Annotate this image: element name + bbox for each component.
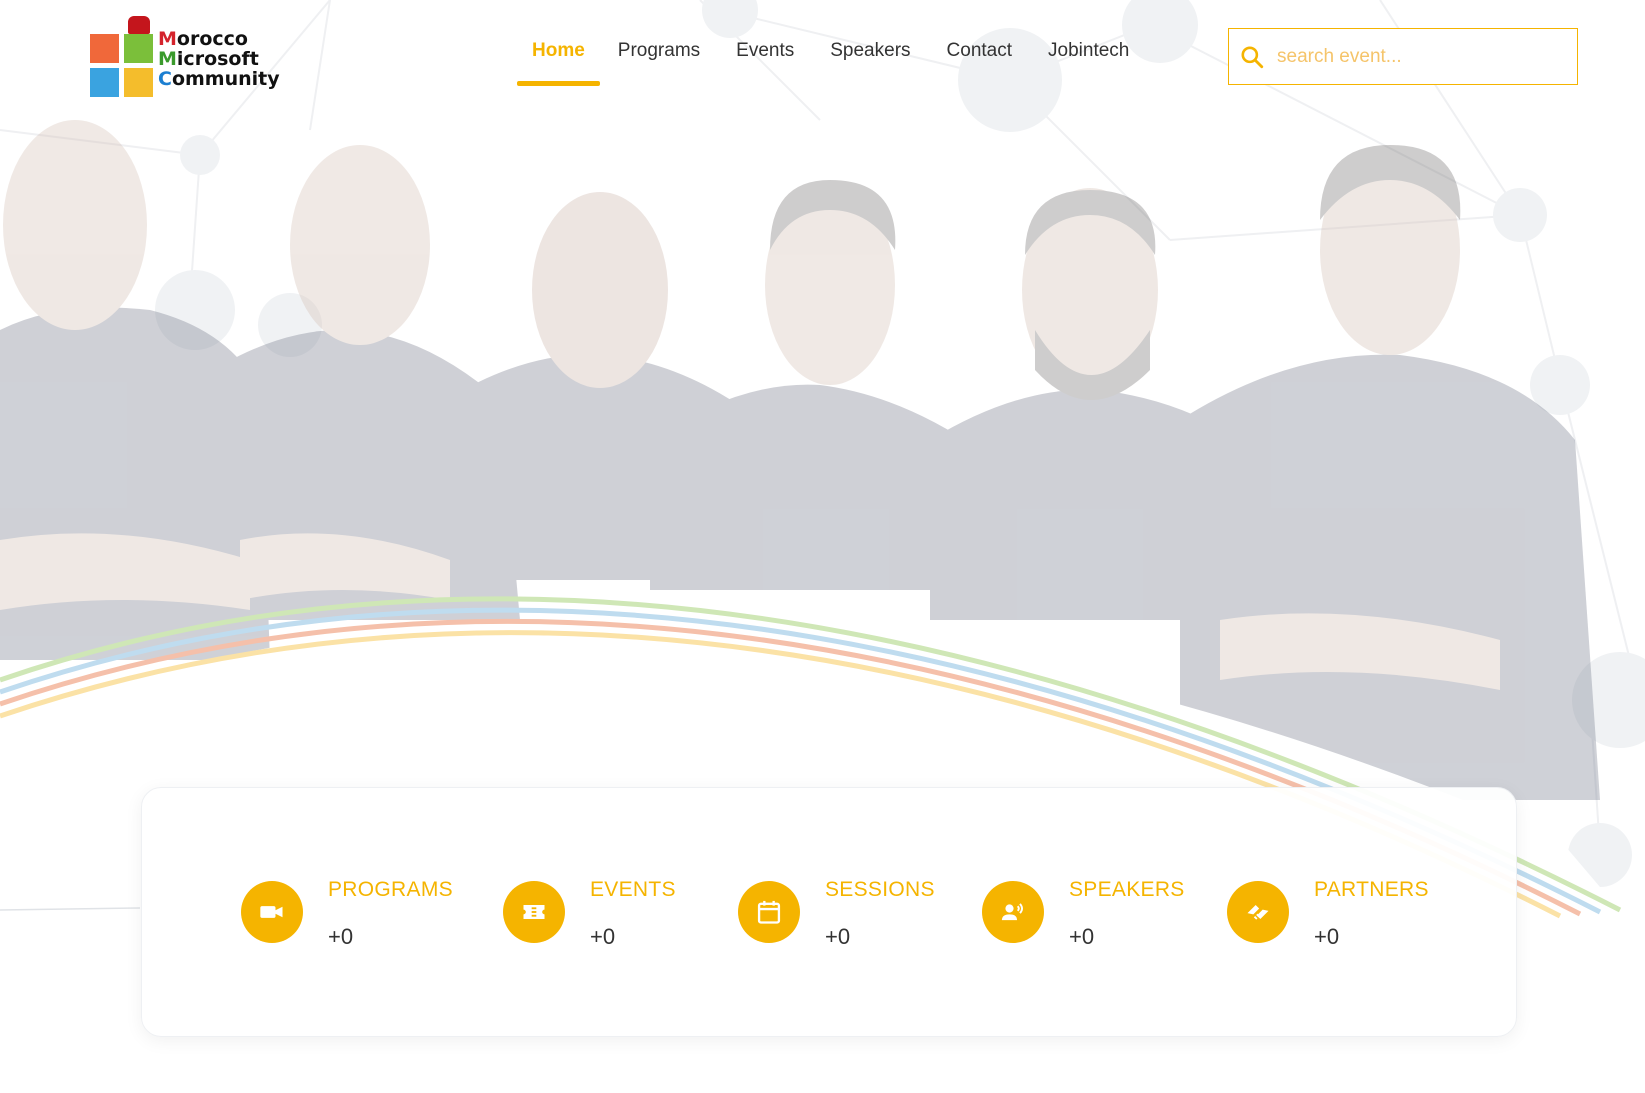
calendar-icon: [738, 881, 800, 943]
nav-home[interactable]: Home: [517, 30, 600, 86]
stat-value: +0: [590, 924, 616, 949]
stat-label: PARTNERS: [1314, 878, 1429, 901]
stat-partners: PARTNERS +0: [1227, 878, 1429, 958]
stat-label: SESSIONS: [825, 878, 935, 901]
nav-events[interactable]: Events: [718, 30, 812, 86]
stat-value: +0: [1314, 924, 1340, 949]
logo-line-1: Morocco: [158, 28, 248, 50]
stat-value: +0: [825, 924, 851, 949]
site-header: Morocco Microsoft Community Home Program…: [0, 0, 1645, 110]
logo-line-2: Microsoft: [158, 48, 259, 70]
stat-label: SPEAKERS: [1069, 878, 1185, 901]
nav-contact[interactable]: Contact: [929, 30, 1030, 86]
speaker-icon: [982, 881, 1044, 943]
stat-programs: PROGRAMS +0: [241, 878, 453, 958]
stat-events: EVENTS +0: [503, 878, 676, 958]
search-box: [1228, 28, 1578, 85]
nav-jobintech[interactable]: Jobintech: [1030, 30, 1147, 86]
handshake-icon: [1227, 881, 1289, 943]
stat-label: EVENTS: [590, 878, 676, 901]
stat-label: PROGRAMS: [328, 878, 453, 901]
stat-speakers: SPEAKERS +0: [982, 878, 1185, 958]
logo-wordmark: Morocco Microsoft Community: [158, 29, 280, 89]
stat-value: +0: [1069, 924, 1095, 949]
logo-mark: [88, 16, 156, 97]
logo-line-3: Community: [158, 68, 280, 90]
ticket-icon: [503, 881, 565, 943]
video-camera-icon: [241, 881, 303, 943]
nav-speakers[interactable]: Speakers: [812, 30, 928, 86]
search-input[interactable]: [1277, 45, 1567, 68]
stat-sessions: SESSIONS +0: [738, 878, 935, 958]
logo[interactable]: Morocco Microsoft Community: [88, 14, 298, 97]
main-nav: Home Programs Events Speakers Contact Jo…: [517, 30, 1147, 86]
nav-programs[interactable]: Programs: [600, 30, 718, 86]
stat-value: +0: [328, 924, 354, 949]
search-icon[interactable]: [1239, 44, 1265, 70]
stats-card: PROGRAMS +0 EVENTS +0 SESSIONS +0 SPEAKE…: [141, 787, 1517, 1037]
